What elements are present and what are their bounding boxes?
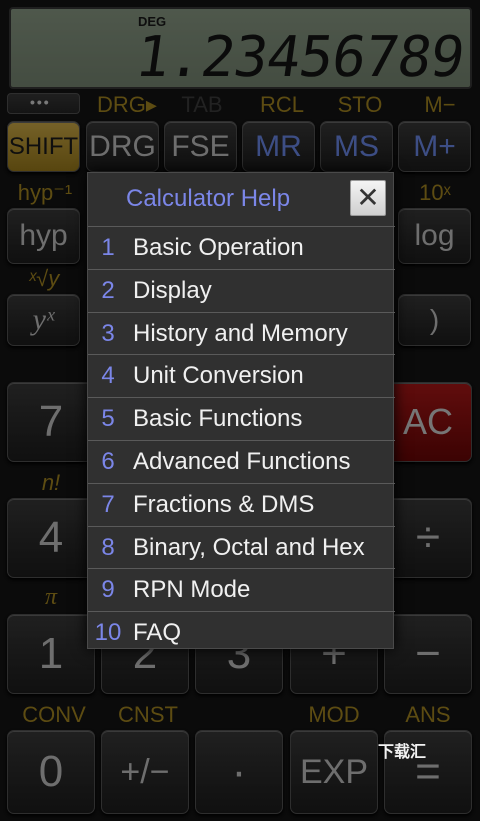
watermark-text: 下载汇: [378, 744, 427, 761]
help-item-fractions-dms[interactable]: 7 Fractions & DMS: [88, 482, 395, 526]
close-icon[interactable]: ✕: [350, 180, 386, 216]
help-item-advanced-functions[interactable]: 6 Advanced Functions: [88, 439, 395, 483]
help-item-faq[interactable]: 10 FAQ: [88, 611, 395, 654]
help-item-label: History and Memory: [133, 319, 348, 347]
help-item-label: Fractions & DMS: [133, 490, 315, 518]
help-item-binary-octal-hex[interactable]: 8 Binary, Octal and Hex: [88, 525, 395, 569]
help-item-label: Display: [133, 276, 212, 304]
help-dialog: Calculator Help ✕ 1 Basic Operation 2 Di…: [87, 172, 395, 649]
help-item-unit-conversion[interactable]: 4 Unit Conversion: [88, 354, 395, 397]
help-dialog-title: Calculator Help: [126, 185, 291, 212]
help-item-number: 10: [94, 619, 122, 647]
help-item-number: 7: [101, 490, 115, 518]
help-item-number: 3: [101, 319, 115, 347]
help-item-label: Advanced Functions: [133, 447, 351, 475]
help-item-basic-operation[interactable]: 1 Basic Operation: [88, 226, 395, 269]
help-item-label: FAQ: [133, 619, 182, 647]
help-item-label: Unit Conversion: [133, 362, 304, 390]
help-topic-list: 1 Basic Operation 2 Display 3 History an…: [88, 226, 395, 654]
help-item-number: 5: [101, 405, 115, 433]
help-item-display[interactable]: 2 Display: [88, 268, 395, 312]
help-item-basic-functions[interactable]: 5 Basic Functions: [88, 397, 395, 440]
help-item-history-memory[interactable]: 3 History and Memory: [88, 311, 395, 355]
help-item-number: 2: [101, 276, 115, 304]
help-item-label: Basic Operation: [133, 234, 304, 261]
help-item-label: Basic Functions: [133, 405, 303, 433]
help-item-label: Binary, Octal and Hex: [133, 533, 365, 561]
help-item-number: 8: [101, 533, 115, 561]
help-item-number: 1: [101, 234, 115, 261]
help-item-number: 4: [101, 362, 115, 390]
help-item-label: RPN Mode: [133, 576, 251, 604]
help-item-rpn-mode[interactable]: 9 RPN Mode: [88, 568, 395, 611]
help-item-number: 9: [101, 576, 115, 604]
help-item-number: 6: [101, 447, 115, 475]
